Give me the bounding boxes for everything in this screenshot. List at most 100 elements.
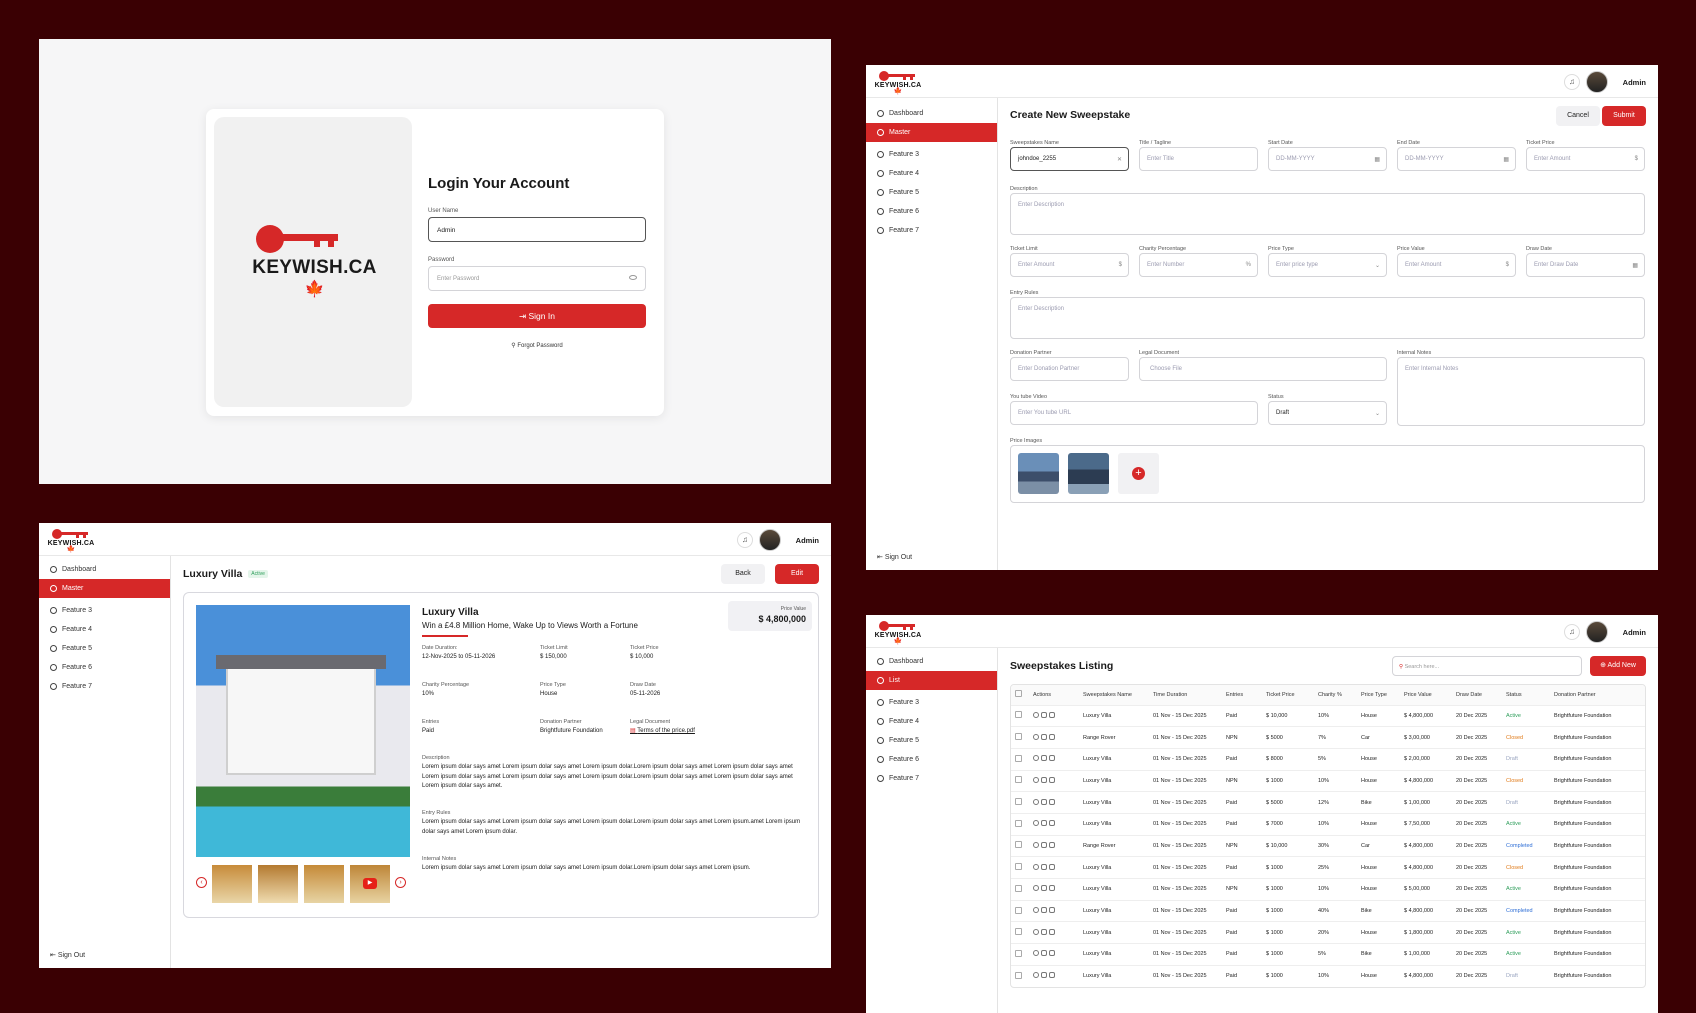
row-checkbox[interactable] xyxy=(1015,798,1022,806)
edit-icon[interactable] xyxy=(1041,885,1047,892)
edit-icon[interactable] xyxy=(1041,776,1047,783)
table-row[interactable]: Luxury Villa 01 Nov - 15 Dec 2025 Paid $ 70… xyxy=(1011,812,1645,836)
sign-out-button[interactable]: ⇤ Sign Out xyxy=(877,553,912,561)
back-button[interactable]: Back xyxy=(721,564,765,584)
eye-icon[interactable] xyxy=(629,275,637,280)
start-date-input[interactable]: DD-MM-YYYY ▦ xyxy=(1268,147,1387,171)
delete-icon[interactable] xyxy=(1049,798,1055,805)
delete-icon[interactable] xyxy=(1049,907,1055,914)
ticket-limit-input[interactable]: Enter Amount $ xyxy=(1010,253,1129,277)
view-icon[interactable] xyxy=(1033,820,1039,827)
youtube-url-input[interactable]: Enter You tube URL xyxy=(1010,401,1258,425)
edit-icon[interactable] xyxy=(1041,907,1047,914)
table-row[interactable]: Luxury Villa 01 Nov - 15 Dec 2025 Paid $ 10… xyxy=(1011,964,1645,987)
submit-button[interactable]: Submit xyxy=(1602,106,1646,126)
sidebar-item-feature-4[interactable]: Feature 4 xyxy=(866,712,997,731)
edit-icon[interactable] xyxy=(1041,863,1047,870)
edit-icon[interactable] xyxy=(1041,950,1047,957)
calendar-icon[interactable]: ▦ xyxy=(1374,156,1380,163)
delete-icon[interactable] xyxy=(1049,841,1055,848)
calendar-icon[interactable]: ▦ xyxy=(1632,262,1638,269)
delete-icon[interactable] xyxy=(1049,950,1055,957)
view-icon[interactable] xyxy=(1033,733,1039,740)
edit-icon[interactable] xyxy=(1041,928,1047,935)
col-duration[interactable]: Time Duration xyxy=(1149,685,1222,705)
edit-icon[interactable] xyxy=(1041,798,1047,805)
edit-button[interactable]: Edit xyxy=(775,564,819,584)
view-icon[interactable] xyxy=(1033,755,1039,762)
row-checkbox[interactable] xyxy=(1015,928,1022,936)
description-input[interactable]: Enter Description xyxy=(1010,193,1645,235)
col-price-value[interactable]: Price Value xyxy=(1400,685,1452,705)
sidebar-item-master[interactable]: Master xyxy=(39,579,170,598)
price-image-thumb[interactable] xyxy=(1068,453,1109,494)
delete-icon[interactable] xyxy=(1049,733,1055,740)
delete-icon[interactable] xyxy=(1049,972,1055,979)
sidebar-item-feature-5[interactable]: Feature 5 xyxy=(39,639,170,658)
username-input[interactable]: Admin xyxy=(428,217,646,242)
entry-rules-input[interactable]: Enter Description xyxy=(1010,297,1645,339)
forgot-password-link[interactable]: ⚲ Forgot Password xyxy=(428,342,646,349)
bell-icon[interactable]: ♫ xyxy=(1564,624,1580,640)
sidebar-item-list[interactable]: List xyxy=(866,671,997,690)
table-row[interactable]: Luxury Villa 01 Nov - 15 Dec 2025 Paid $ 10… xyxy=(1011,856,1645,879)
sidebar-item-dashboard[interactable]: Dashboard xyxy=(39,560,170,579)
view-icon[interactable] xyxy=(1033,711,1039,718)
sidebar-item-feature-7[interactable]: Feature 7 xyxy=(866,769,997,788)
edit-icon[interactable] xyxy=(1041,755,1047,762)
next-image-button[interactable]: › xyxy=(395,877,406,888)
avatar[interactable] xyxy=(1586,71,1608,93)
table-row[interactable]: Luxury Villa 01 Nov - 15 Dec 2025 Paid $ 10… xyxy=(1011,921,1645,944)
edit-icon[interactable] xyxy=(1041,733,1047,740)
charity-percentage-input[interactable]: Enter Number% xyxy=(1139,253,1258,277)
delete-icon[interactable] xyxy=(1049,885,1055,892)
view-icon[interactable] xyxy=(1033,928,1039,935)
sidebar-item-master[interactable]: Master xyxy=(866,123,997,142)
table-row[interactable]: Range Rover 01 Nov - 15 Dec 2025 NPN $ 10,0… xyxy=(1011,834,1645,857)
table-row[interactable]: Luxury Villa 01 Nov - 15 Dec 2025 Paid $ 10… xyxy=(1011,943,1645,966)
prev-image-button[interactable]: ‹ xyxy=(196,877,207,888)
password-input[interactable]: Enter Password xyxy=(428,266,646,291)
search-input[interactable]: ⚲ Search here... xyxy=(1392,656,1582,676)
sidebar-item-feature-6[interactable]: Feature 6 xyxy=(866,202,997,221)
sidebar-item-feature-3[interactable]: Feature 3 xyxy=(39,601,170,620)
row-checkbox[interactable] xyxy=(1015,884,1022,892)
title-input[interactable]: Enter Title xyxy=(1139,147,1258,171)
view-icon[interactable] xyxy=(1033,841,1039,848)
view-icon[interactable] xyxy=(1033,863,1039,870)
sidebar-item-feature-5[interactable]: Feature 5 xyxy=(866,183,997,202)
view-icon[interactable] xyxy=(1033,885,1039,892)
avatar[interactable] xyxy=(1586,621,1608,643)
internal-notes-input[interactable]: Enter Internal Notes xyxy=(1397,357,1645,426)
table-row[interactable]: Luxury Villa 01 Nov - 15 Dec 2025 Paid $ 50… xyxy=(1011,791,1645,814)
edit-icon[interactable] xyxy=(1041,820,1047,827)
view-icon[interactable] xyxy=(1033,907,1039,914)
end-date-input[interactable]: DD-MM-YYYY ▦ xyxy=(1397,147,1516,171)
select-all-checkbox[interactable] xyxy=(1015,690,1022,698)
row-checkbox[interactable] xyxy=(1015,711,1022,719)
sidebar-item-feature-7[interactable]: Feature 7 xyxy=(39,677,170,696)
table-row[interactable]: Range Rover 01 Nov - 15 Dec 2025 NPN $ 5000… xyxy=(1011,726,1645,749)
delete-icon[interactable] xyxy=(1049,863,1055,870)
col-draw-date[interactable]: Draw Date xyxy=(1452,685,1502,705)
add-new-button[interactable]: ⊕ Add New xyxy=(1590,656,1646,676)
row-checkbox[interactable] xyxy=(1015,863,1022,871)
bell-icon[interactable]: ♫ xyxy=(1564,74,1580,90)
sidebar-item-dashboard[interactable]: Dashboard xyxy=(866,104,997,123)
edit-icon[interactable] xyxy=(1041,972,1047,979)
add-image-button[interactable]: + xyxy=(1118,453,1159,494)
sidebar-item-feature-3[interactable]: Feature 3 xyxy=(866,693,997,712)
legal-document-input[interactable]: Choose File xyxy=(1139,357,1387,381)
sidebar-item-feature-4[interactable]: Feature 4 xyxy=(39,620,170,639)
table-row[interactable]: Luxury Villa 01 Nov - 15 Dec 2025 Paid $ 10… xyxy=(1011,899,1645,922)
col-donation-partner[interactable]: Donation Partner xyxy=(1550,685,1645,705)
table-row[interactable]: Luxury Villa 01 Nov - 15 Dec 2025 Paid $ 10… xyxy=(1011,704,1645,727)
row-checkbox[interactable] xyxy=(1015,754,1022,762)
row-checkbox[interactable] xyxy=(1015,819,1022,827)
delete-icon[interactable] xyxy=(1049,820,1055,827)
delete-icon[interactable] xyxy=(1049,755,1055,762)
clear-icon[interactable]: ✕ xyxy=(1117,156,1122,163)
ticket-price-input[interactable]: Enter Amount $ xyxy=(1526,147,1645,171)
legal-document-link[interactable]: ▤ Terms of the price.pdf xyxy=(630,727,695,734)
table-row[interactable]: Luxury Villa 01 Nov - 15 Dec 2025 NPN $ 100… xyxy=(1011,878,1645,901)
